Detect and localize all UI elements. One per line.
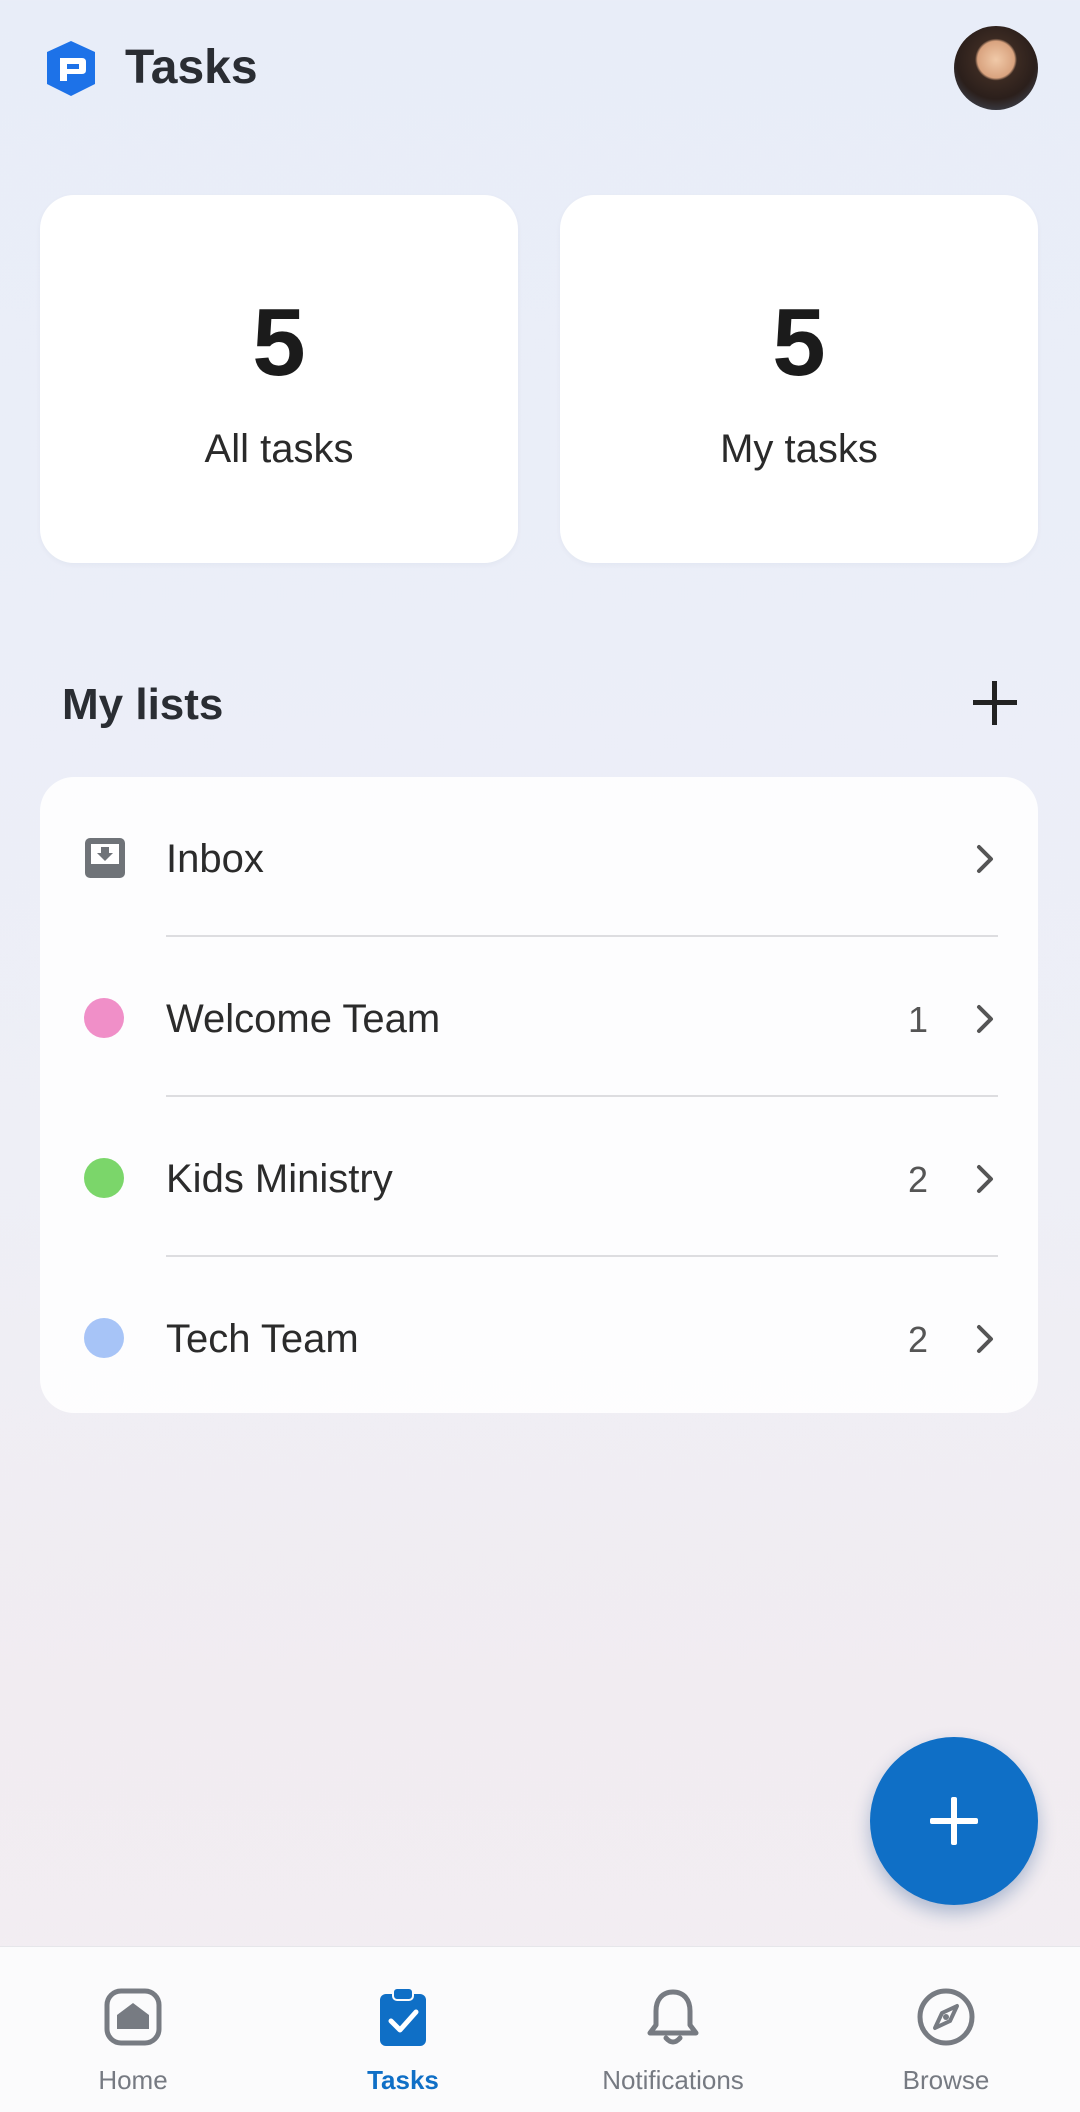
chevron-right-icon	[977, 845, 993, 873]
nav-home[interactable]: Home	[33, 1947, 233, 2112]
my-tasks-card[interactable]: 5 My tasks	[560, 195, 1038, 563]
nav-label: Tasks	[367, 2065, 439, 2095]
nav-tasks[interactable]: Tasks	[303, 1947, 503, 2112]
list-item-welcome-team[interactable]: Welcome Team 1	[40, 937, 1038, 1097]
my-tasks-count: 5	[772, 289, 826, 396]
nav-label: Browse	[902, 2065, 990, 2095]
home-icon	[104, 1988, 162, 2046]
compass-icon	[917, 1988, 975, 2046]
lists-card: Inbox Welcome Team 1 Kids Ministry 2 Tec…	[40, 777, 1038, 1413]
my-lists-heading: My lists	[62, 680, 224, 729]
bottom-nav: Home Tasks Notifications Browse	[0, 1946, 1080, 2112]
all-tasks-label: All tasks	[204, 427, 354, 471]
my-tasks-label: My tasks	[720, 427, 878, 471]
list-color-dot	[84, 1318, 124, 1358]
nav-label: Home	[98, 2065, 168, 2095]
add-list-button[interactable]	[968, 676, 1022, 730]
chevron-right-icon	[977, 1325, 993, 1353]
nav-label: Notifications	[602, 2065, 744, 2095]
list-item-label: Inbox	[166, 837, 264, 881]
list-item-count: 2	[907, 1319, 928, 1360]
inbox-tray-icon	[85, 838, 125, 878]
app-header: Tasks	[0, 0, 1080, 150]
all-tasks-count: 5	[252, 289, 306, 396]
list-item-label: Tech Team	[166, 1317, 359, 1361]
plus-icon	[973, 681, 1017, 725]
nav-browse[interactable]: Browse	[846, 1947, 1046, 2112]
app-logo-icon	[47, 41, 95, 96]
list-item-label: Kids Ministry	[166, 1157, 393, 1201]
page-title: Tasks	[125, 41, 258, 94]
chevron-right-icon	[977, 1165, 993, 1193]
list-item-inbox[interactable]: Inbox	[40, 777, 1038, 937]
list-item-count: 1	[907, 999, 928, 1040]
list-item-label: Welcome Team	[166, 997, 441, 1041]
plus-icon	[930, 1797, 978, 1845]
list-item-tech-team[interactable]: Tech Team 2	[40, 1257, 1038, 1417]
list-item-count: 2	[907, 1159, 928, 1200]
new-task-fab[interactable]	[870, 1737, 1038, 1905]
all-tasks-card[interactable]: 5 All tasks	[40, 195, 518, 563]
chevron-right-icon	[977, 1005, 993, 1033]
bell-icon	[647, 1989, 699, 2045]
avatar[interactable]	[954, 26, 1038, 110]
list-color-dot	[84, 1158, 124, 1198]
list-color-dot	[84, 998, 124, 1038]
nav-notifications[interactable]: Notifications	[573, 1947, 773, 2112]
clipboard-check-icon	[380, 1987, 426, 2046]
list-item-kids-ministry[interactable]: Kids Ministry 2	[40, 1097, 1038, 1257]
